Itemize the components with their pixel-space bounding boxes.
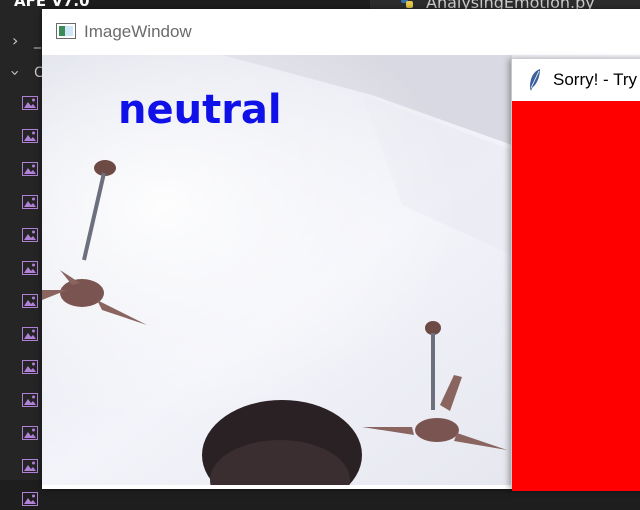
sorry-window-body bbox=[512, 101, 640, 491]
chevron-right-icon: › bbox=[12, 31, 19, 50]
python-file-icon bbox=[401, 0, 413, 8]
image-file-row[interactable] bbox=[22, 326, 40, 342]
image-file-icon bbox=[22, 162, 38, 176]
expanded-folder-row[interactable]: › C bbox=[0, 62, 44, 92]
collapsed-folder-row[interactable]: › _ bbox=[0, 30, 42, 60]
image-window-titlebar[interactable]: ImageWindow bbox=[42, 9, 640, 55]
feather-icon bbox=[530, 69, 540, 91]
image-file-icon bbox=[22, 129, 38, 143]
image-file-row[interactable] bbox=[22, 491, 40, 507]
image-file-row[interactable] bbox=[22, 227, 40, 243]
image-file-row[interactable] bbox=[22, 458, 40, 474]
image-window-icon bbox=[56, 23, 76, 39]
image-file-row[interactable] bbox=[22, 260, 40, 276]
image-file-icon bbox=[22, 360, 38, 374]
image-file-icon bbox=[22, 96, 38, 110]
emotion-label: neutral bbox=[118, 87, 282, 133]
sorry-window[interactable]: Sorry! - Try bbox=[511, 59, 640, 491]
image-file-row[interactable] bbox=[22, 95, 40, 111]
image-file-row[interactable] bbox=[22, 161, 40, 177]
image-file-icon bbox=[22, 195, 38, 209]
image-file-row[interactable] bbox=[22, 392, 40, 408]
sorry-window-titlebar[interactable]: Sorry! - Try bbox=[512, 59, 640, 101]
image-file-icon bbox=[22, 294, 38, 308]
image-file-icon bbox=[22, 261, 38, 275]
image-file-icon bbox=[22, 426, 38, 440]
sorry-window-title: Sorry! - Try bbox=[553, 70, 638, 89]
image-file-icon bbox=[22, 459, 38, 473]
collapsed-folder-label: _ bbox=[34, 33, 41, 49]
image-file-icon bbox=[22, 492, 38, 506]
image-file-row[interactable] bbox=[22, 194, 40, 210]
chevron-down-icon: › bbox=[6, 69, 26, 77]
image-window-title: ImageWindow bbox=[84, 22, 192, 41]
image-file-row[interactable] bbox=[22, 425, 40, 441]
file-explorer: AFE V7.0 › _ › C bbox=[0, 0, 90, 506]
image-file-row[interactable] bbox=[22, 128, 40, 144]
image-file-icon bbox=[22, 327, 38, 341]
image-file-icon bbox=[22, 228, 38, 242]
image-file-row[interactable] bbox=[22, 293, 40, 309]
image-file-row[interactable] bbox=[22, 359, 40, 375]
image-file-icon bbox=[22, 393, 38, 407]
